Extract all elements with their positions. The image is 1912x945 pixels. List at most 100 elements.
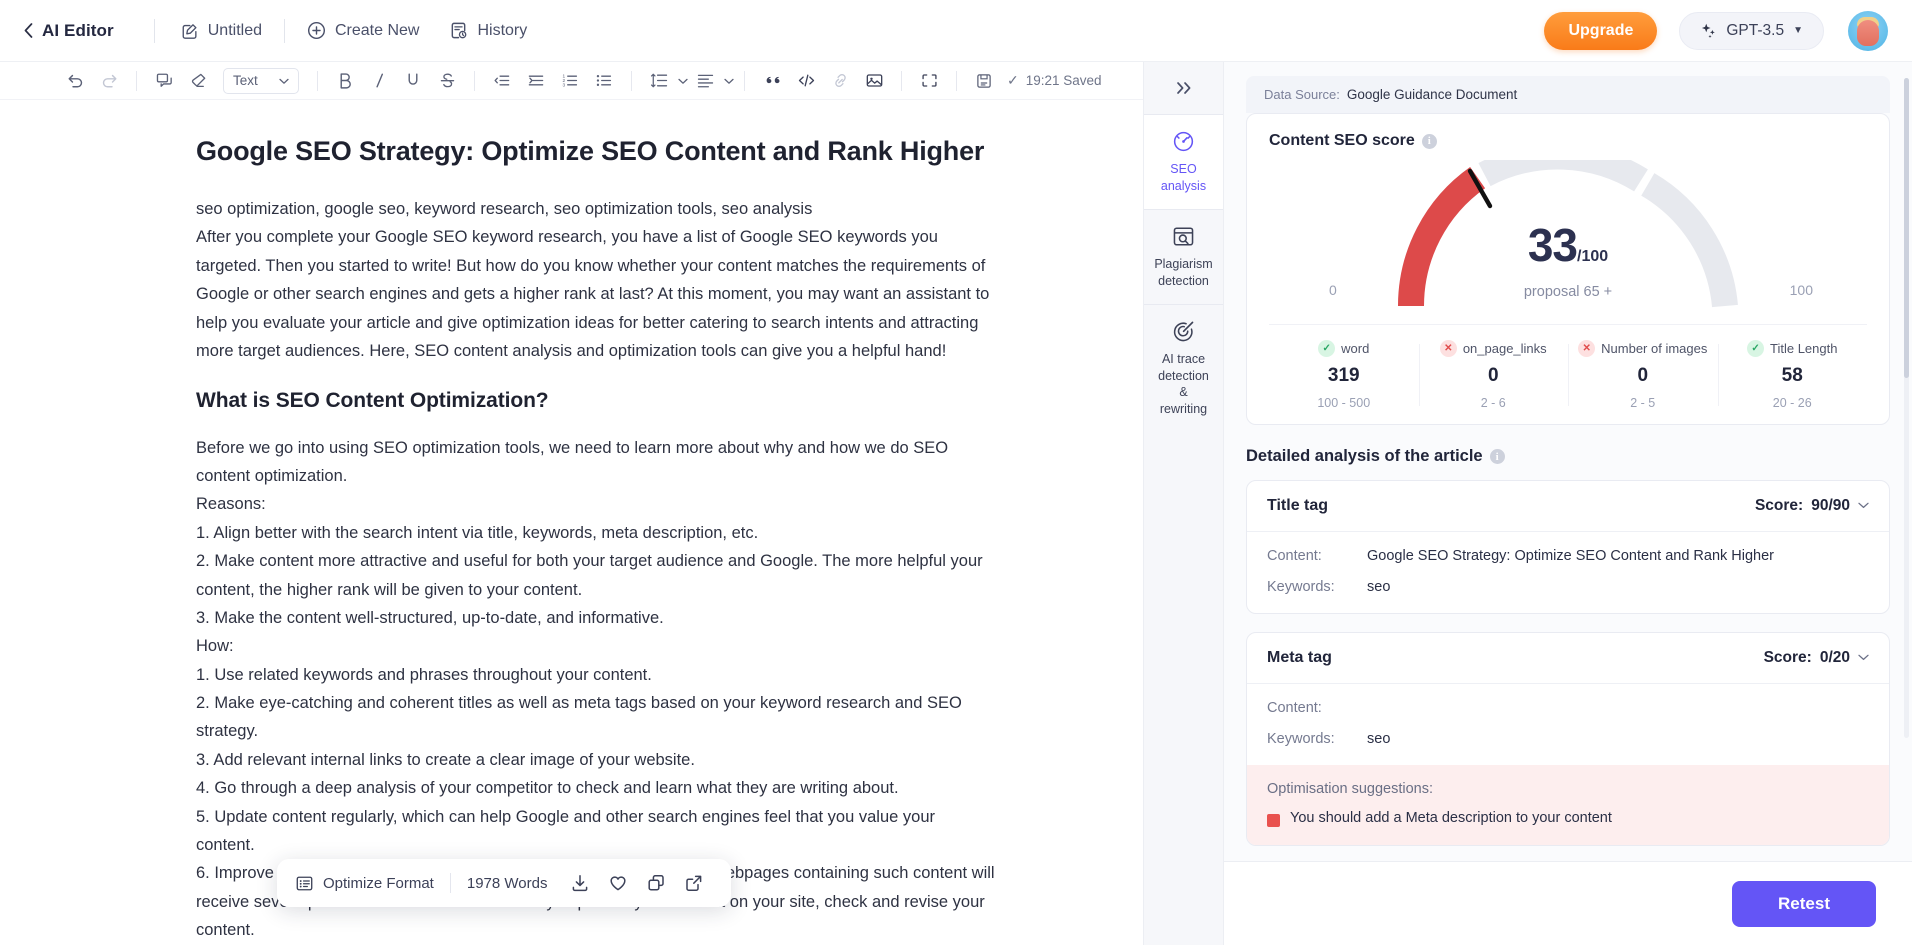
meta-tag-header[interactable]: Meta tag Score: 0/20 — [1247, 633, 1889, 684]
check-icon: ✓ — [1318, 340, 1336, 357]
plus-circle-icon — [307, 21, 326, 40]
title-tag-score[interactable]: Score: 90/90 — [1755, 497, 1869, 515]
line-height-button[interactable] — [642, 66, 688, 96]
seo-score-gauge: 33/100 proposal 65 + 0 100 — [1269, 160, 1867, 312]
document-body[interactable]: Google SEO Strategy: Optimize SEO Conten… — [196, 134, 996, 945]
save-icon-button[interactable] — [967, 66, 1001, 96]
retest-button[interactable]: Retest — [1732, 880, 1876, 927]
avatar[interactable] — [1848, 10, 1888, 51]
favorite-button[interactable] — [599, 867, 637, 899]
document-how-1: 1. Use related keywords and phrases thro… — [196, 665, 652, 684]
gauge-score-max: /100 — [1577, 248, 1609, 265]
detailed-analysis-title: Detailed analysis of the article — [1246, 447, 1483, 465]
title-tag-header[interactable]: Title tag Score: 90/90 — [1247, 481, 1889, 532]
sidebar-item-ai-trace-detection[interactable]: AI trace detection & rewriting — [1144, 304, 1223, 432]
code-button[interactable] — [789, 66, 823, 96]
meta-tag-keywords-row: Keywords: seo — [1267, 731, 1869, 747]
optimize-format-label: Optimize Format — [323, 874, 434, 892]
indent-button[interactable] — [519, 66, 553, 96]
meta-tag-suggestions: Optimisation suggestions: You should add… — [1247, 765, 1889, 845]
metric-on-page-links-head: ✕ on_page_links — [1419, 340, 1569, 357]
seo-metrics-row: ✓ word 319 100 - 500 ✕ on_page_links 0 2… — [1269, 324, 1867, 410]
undo-button[interactable] — [58, 66, 92, 96]
collapse-panel-button[interactable] — [1144, 62, 1223, 114]
gauge-value-row: 33/100 — [1438, 222, 1698, 268]
seo-analysis-panel: Data Source: Google Guidance Document Co… — [1224, 62, 1912, 945]
data-source-label: Data Source: — [1264, 87, 1340, 102]
metric-word-value: 319 — [1327, 365, 1360, 386]
model-selector[interactable]: GPT-3.5 ▼ — [1679, 11, 1824, 50]
chevron-down-icon — [724, 72, 734, 90]
app-root: AI Editor Untitled Create New History Up… — [0, 0, 1912, 945]
analysis-tab-rail: SEO analysis Plagiarism detection AI tra… — [1144, 62, 1224, 945]
comment-button[interactable] — [147, 66, 181, 96]
ordered-list-button[interactable]: 123 — [553, 66, 587, 96]
redo-button[interactable] — [92, 66, 126, 96]
target-pencil-icon — [1150, 319, 1217, 344]
upgrade-button[interactable]: Upgrade — [1544, 11, 1658, 50]
title-tag-name: Title tag — [1267, 497, 1329, 514]
metric-on-page-links: ✕ on_page_links 0 2 - 6 — [1418, 340, 1569, 410]
bullet-list-button[interactable] — [587, 66, 621, 96]
back-to-ai-editor-button[interactable]: AI Editor — [24, 21, 114, 41]
clear-format-button[interactable] — [181, 66, 215, 96]
word-count: 1978 Words — [466, 874, 548, 892]
open-external-button[interactable] — [675, 867, 713, 899]
image-button[interactable] — [857, 66, 891, 96]
link-button[interactable] — [823, 66, 857, 96]
data-source-bar: Data Source: Google Guidance Document — [1246, 76, 1890, 113]
create-new-button[interactable]: Create New — [303, 15, 423, 46]
main-area: Text 1 2 3 ✓ 19:21 Saved Google SEO Stra… — [0, 62, 1912, 945]
optimize-format-button[interactable]: Optimize Format — [295, 874, 434, 893]
outdent-button[interactable] — [485, 66, 519, 96]
toolbar-divider-3 — [474, 70, 475, 91]
history-button[interactable]: History — [445, 15, 531, 46]
svg-text:3: 3 — [562, 83, 565, 89]
document-title-button[interactable]: Untitled — [177, 16, 266, 46]
metric-on-page-links-label: on_page_links — [1462, 341, 1547, 356]
panel-footer: Retest — [1224, 861, 1912, 945]
underline-button[interactable] — [396, 66, 430, 96]
text-align-button[interactable] — [688, 66, 734, 96]
title-tag-body: Content: Google SEO Strategy: Optimize S… — [1247, 532, 1889, 613]
data-source-value: Google Guidance Document — [1346, 87, 1518, 102]
gauge-score-value: 33 — [1527, 219, 1578, 271]
gauge-center-readout: 33/100 proposal 65 + — [1438, 222, 1698, 300]
bold-button[interactable] — [328, 66, 362, 96]
sidebar-item-ai-trace-label-1: AI trace — [1161, 352, 1206, 366]
copy-button[interactable] — [637, 867, 675, 899]
panel-scrollbar-thumb[interactable] — [1904, 78, 1909, 378]
sidebar-item-plagiarism-detection[interactable]: Plagiarism detection — [1144, 209, 1223, 304]
toolbar-divider-4 — [631, 70, 632, 91]
document-title-label: Untitled — [207, 21, 262, 39]
save-status-label: 19:21 Saved — [1025, 73, 1102, 88]
metric-title-length-value: 58 — [1781, 365, 1803, 386]
info-icon[interactable]: i — [1489, 449, 1505, 464]
gauge-target-note: proposal 65 + — [1523, 284, 1613, 300]
document-scroll-area[interactable]: Google SEO Strategy: Optimize SEO Conten… — [0, 100, 1143, 945]
title-tag-keywords-value: seo — [1367, 579, 1391, 595]
document-reasons-label: Reasons: — [196, 495, 266, 514]
document-how-label: How: — [196, 637, 234, 656]
content-seo-score-card: Content SEO score i 33/100 proposal 65 +… — [1246, 113, 1890, 425]
meta-tag-suggestions-label: Optimisation suggestions: — [1267, 781, 1434, 797]
meta-tag-score[interactable]: Score: 0/20 — [1764, 649, 1869, 667]
fullscreen-button[interactable] — [912, 66, 946, 96]
info-icon[interactable]: i — [1421, 133, 1437, 149]
panel-scroll-area[interactable]: Data Source: Google Guidance Document Co… — [1224, 62, 1912, 861]
download-button[interactable] — [561, 867, 599, 899]
metric-word-label: word — [1341, 341, 1370, 356]
strikethrough-button[interactable] — [430, 66, 464, 96]
sidebar-item-seo-analysis[interactable]: SEO analysis — [1144, 114, 1223, 209]
blockquote-button[interactable] — [755, 66, 789, 96]
meta-tag-score-value: 0/20 — [1819, 649, 1850, 666]
document-before-paragraph: Before we go into using SEO optimization… — [196, 438, 949, 486]
italic-button[interactable] — [362, 66, 396, 96]
metric-on-page-links-range: 2 - 6 — [1480, 396, 1506, 410]
document-keywords-line: seo optimization, google seo, keyword re… — [196, 200, 813, 219]
text-style-select[interactable]: Text — [223, 67, 299, 94]
metric-word: ✓ word 319 100 - 500 — [1269, 340, 1419, 410]
avatar-face — [1857, 19, 1879, 46]
chevron-down-icon: ▼ — [1793, 25, 1803, 36]
editor-float-toolbar: Optimize Format 1978 Words — [277, 859, 732, 907]
